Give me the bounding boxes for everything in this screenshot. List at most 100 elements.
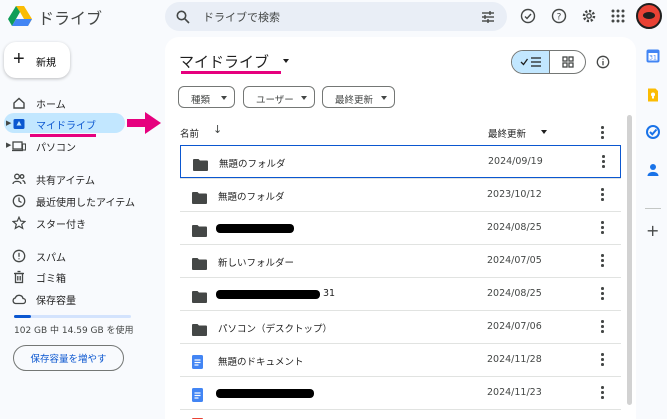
sidebar-item-computers[interactable]: ▶ パソコン	[0, 135, 160, 155]
help-icon[interactable]: ?	[551, 8, 567, 24]
file-name: パソコン（デスクトップ）	[218, 324, 333, 335]
file-name: 新しいフォルダー	[218, 258, 295, 269]
sidebar-item-spam[interactable]: スパム	[0, 245, 160, 265]
file-row[interactable]: 無題のドキュメント 2024/11/28	[180, 343, 621, 376]
file-modified-date: 2023/10/12	[487, 189, 542, 200]
account-avatar[interactable]	[636, 3, 662, 29]
file-row[interactable]: パソコン（デスクトップ） 2024/07/06	[180, 310, 621, 343]
file-row[interactable]: 2024/08/25	[180, 211, 621, 244]
folder-icon	[193, 156, 208, 175]
tasks-icon[interactable]	[646, 124, 660, 139]
sidebar-item-label: スター付き	[36, 220, 86, 231]
column-header-name[interactable]: 名前	[180, 126, 199, 140]
sidebar-item-shared[interactable]: 共有アイテム	[0, 168, 160, 188]
file-name: 31	[323, 288, 336, 299]
keep-icon[interactable]	[646, 87, 660, 102]
file-name: 無題のフォルダ	[219, 159, 286, 170]
file-row[interactable]: 31 2024/08/25	[180, 277, 621, 310]
scrollbar[interactable]	[627, 115, 632, 405]
filter-type-chip[interactable]: 種類	[178, 86, 235, 108]
sidebar-item-label: スパム	[36, 253, 66, 264]
sidebar-item-trash[interactable]: ゴミ箱	[0, 266, 160, 286]
docs-icon	[192, 387, 204, 406]
star-icon	[11, 215, 27, 230]
chevron-down-icon	[381, 96, 387, 100]
title-dropdown-caret-icon[interactable]	[283, 59, 289, 63]
filter-people-chip[interactable]: ユーザー	[243, 86, 315, 108]
side-panel-divider	[645, 208, 661, 209]
row-more-options-icon[interactable]	[598, 155, 608, 169]
folder-icon	[192, 222, 207, 241]
app-title[interactable]: ドライブ	[38, 5, 102, 29]
contacts-icon[interactable]	[646, 162, 660, 176]
sidebar-item-recent[interactable]: 最近使用したアイテム	[0, 190, 160, 210]
search-options-icon[interactable]	[481, 9, 495, 28]
sidebar-item-label: 保存容量	[36, 296, 76, 307]
file-row[interactable]: 無題のフォルダ 2023/10/12	[180, 178, 621, 211]
redaction-mark	[216, 389, 314, 398]
search-bar[interactable]: ドライブで検索	[165, 2, 507, 31]
new-button[interactable]: + 新規	[4, 42, 70, 78]
filter-modified-chip[interactable]: 最終更新	[322, 86, 395, 108]
spam-warning-icon	[12, 248, 26, 263]
chip-label: 最終更新	[335, 95, 374, 106]
row-more-options-icon[interactable]	[597, 221, 607, 235]
sidebar-item-starred[interactable]: スター付き	[0, 212, 160, 232]
page-title[interactable]: マイドライブ	[179, 51, 269, 72]
file-name: 無題のドキュメント	[218, 357, 304, 368]
row-more-options-icon[interactable]	[597, 188, 607, 202]
storage-usage-bar	[14, 315, 131, 318]
view-toggle[interactable]	[511, 50, 586, 74]
storage-usage-text: 102 GB 中 14.59 GB を使用	[14, 326, 134, 336]
file-name: 無題のフォルダ	[218, 192, 285, 203]
sidebar-item-label: マイドライブ	[36, 121, 96, 132]
docs-icon	[192, 354, 204, 373]
settings-gear-icon[interactable]	[581, 8, 597, 24]
sidebar-item-home[interactable]: ホーム	[0, 92, 160, 112]
chip-label: 種類	[191, 95, 211, 106]
computer-icon	[12, 138, 27, 152]
file-row[interactable]: 2024/11/23	[180, 376, 621, 409]
apps-grid-icon[interactable]	[610, 8, 626, 24]
add-addon-plus-icon[interactable]: +	[646, 223, 660, 239]
expand-caret-icon[interactable]: ▶	[6, 119, 11, 127]
offline-ready-icon[interactable]	[520, 8, 536, 24]
sort-direction-arrow-icon[interactable]: ↓	[213, 123, 222, 136]
search-input[interactable]: ドライブで検索	[203, 9, 280, 25]
row-more-options-icon[interactable]	[597, 254, 607, 268]
grid-icon	[562, 56, 574, 68]
folder-icon	[192, 189, 207, 208]
modified-sort-caret-icon[interactable]	[541, 130, 547, 134]
new-button-label: 新規	[36, 58, 56, 69]
row-more-options-icon[interactable]	[597, 287, 607, 301]
cloud-icon	[12, 291, 27, 305]
info-icon[interactable]	[596, 54, 610, 73]
file-row[interactable]: 新しいフォルダー 2024/07/05	[180, 244, 621, 277]
drive-logo-icon[interactable]	[8, 6, 32, 26]
svg-text:31: 31	[649, 55, 657, 62]
file-row[interactable]	[180, 409, 621, 419]
trash-icon	[12, 269, 26, 284]
search-icon[interactable]	[176, 9, 190, 28]
redaction-mark	[216, 224, 294, 233]
grid-view-button[interactable]	[550, 51, 585, 73]
main-content: マイドライブ 種類 ユーザー 最終更新 名前 ↓ 最終更新 無題のフォルダ 20…	[165, 37, 636, 419]
file-modified-date: 2024/07/06	[487, 321, 542, 332]
expand-caret-icon[interactable]: ▶	[6, 141, 11, 149]
redaction-mark	[216, 290, 320, 299]
file-modified-date: 2024/07/05	[487, 255, 542, 266]
sidebar-item-my-drive[interactable]: ▶ マイドライブ	[4, 113, 125, 133]
calendar-icon[interactable]: 31	[646, 48, 660, 63]
get-more-storage-button[interactable]: 保存容量を増やす	[13, 345, 124, 371]
row-more-options-icon[interactable]	[597, 386, 607, 400]
row-more-options-icon[interactable]	[597, 353, 607, 367]
sidebar-item-storage[interactable]: 保存容量	[0, 288, 160, 308]
row-more-options-icon[interactable]	[597, 320, 607, 334]
file-modified-date: 2024/08/25	[487, 288, 542, 299]
list-view-button[interactable]	[512, 51, 550, 73]
storage-usage-fill	[14, 315, 31, 318]
column-more-options-icon[interactable]	[597, 126, 607, 140]
file-row[interactable]: 無題のフォルダ 2024/09/19	[180, 145, 621, 178]
column-header-modified[interactable]: 最終更新	[488, 126, 526, 140]
svg-text:?: ?	[557, 13, 562, 23]
